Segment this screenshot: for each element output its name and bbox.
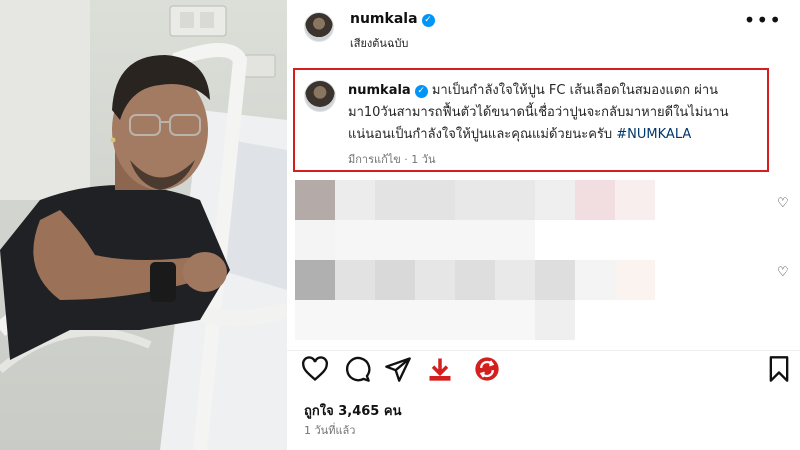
audio-label[interactable]: เสียงต้นฉบับ [350, 34, 408, 52]
comment-like-heart-icon-2[interactable]: ♡ [777, 265, 789, 280]
hashtag-link[interactable]: #NUMKALA [616, 127, 691, 142]
like-heart-icon[interactable] [301, 355, 331, 385]
username-link[interactable]: numkala [350, 11, 418, 27]
caption-username[interactable]: numkala [348, 83, 411, 98]
post-panel: numkala ✓ เสียงต้นฉบับ ••• numkala ✓ มาเป็… [287, 0, 800, 450]
likes-count[interactable]: ถูกใจ 3,465 คน [304, 400, 401, 421]
caption-highlight-box: numkala ✓ มาเป็นกำลังใจให้ปูน FC เส้นเลือ… [293, 68, 769, 172]
post-header: numkala ✓ เสียงต้นฉบับ ••• [287, 0, 800, 58]
download-icon[interactable] [426, 355, 456, 385]
caption-avatar[interactable] [304, 80, 336, 112]
share-paper-plane-icon[interactable] [384, 355, 414, 385]
post-time: 1 วันที่แล้ว [304, 424, 356, 437]
caption-text: numkala ✓ มาเป็นกำลังใจให้ปูน FC เส้นเลือ… [348, 80, 766, 146]
username-row: numkala ✓ [350, 11, 435, 27]
caption-verified-icon: ✓ [414, 85, 428, 98]
caption-meta: มีการแก้ไข · 1 วัน [348, 153, 436, 166]
bookmark-icon[interactable] [765, 355, 795, 385]
avatar[interactable] [304, 12, 334, 42]
comment-bubble-icon[interactable] [343, 355, 373, 385]
repost-icon[interactable] [473, 355, 503, 385]
post-photo-illustration [0, 0, 287, 450]
verified-badge-icon: ✓ [421, 14, 435, 27]
caption-line-2: มา10วันสามารถฟื้นตัวได้ขนาดนี้เชื่อว่าปู… [348, 105, 729, 120]
caption-line-3: แน่นอนเป็นกำลังใจให้ปูนและคุณแม่ด้วยนะคร… [348, 127, 613, 142]
caption-line-1: มาเป็นกำลังใจให้ปูน FC เส้นเลือดในสมองแต… [431, 83, 719, 98]
action-bar [287, 350, 800, 390]
more-options-icon[interactable]: ••• [744, 10, 782, 30]
comment-like-heart-icon-1[interactable]: ♡ [777, 196, 789, 211]
post-photo [0, 0, 287, 450]
blurred-comments [295, 180, 675, 340]
